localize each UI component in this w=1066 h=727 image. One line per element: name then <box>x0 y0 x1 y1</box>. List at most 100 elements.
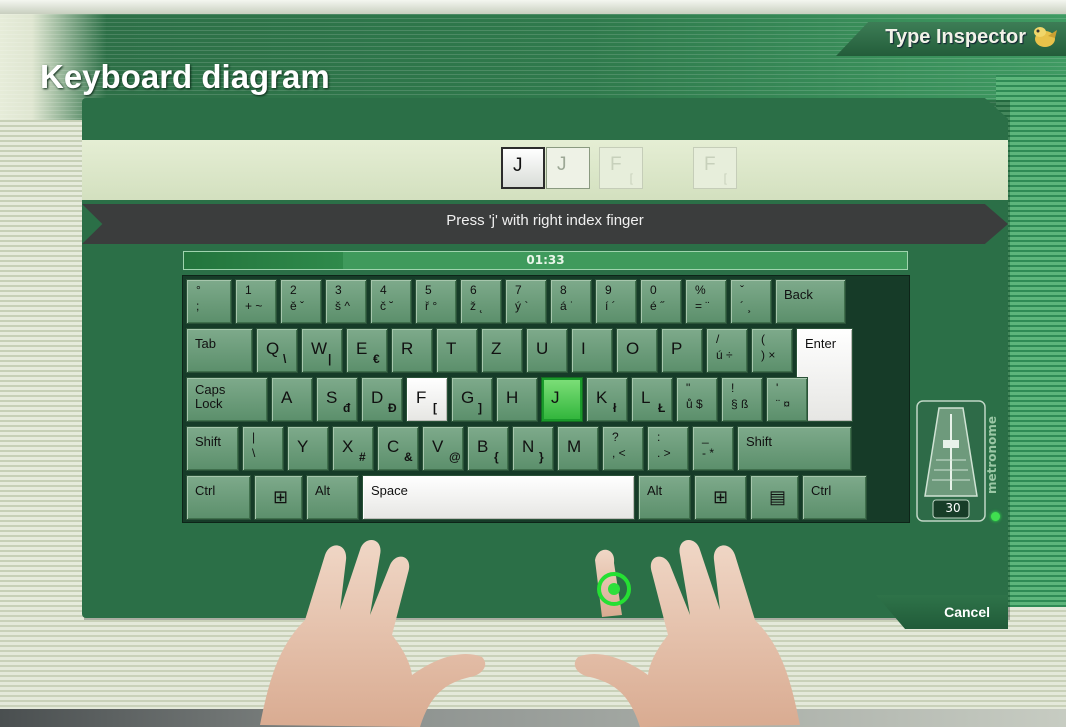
key-windows[interactable]: ⊞ <box>694 475 747 520</box>
key-bottom: @ <box>449 450 461 464</box>
metronome-value[interactable]: 30 <box>933 501 973 515</box>
key-u[interactable]: U <box>526 328 568 373</box>
key-top: N <box>522 437 535 456</box>
key-i[interactable]: I <box>571 328 613 373</box>
metronome-indicator <box>991 512 1000 521</box>
key-symbol[interactable]: 0 é ˝ <box>640 279 682 324</box>
page-title: Keyboard diagram <box>40 58 330 95</box>
key-top: S <box>326 388 338 407</box>
sequence-key-next: J <box>546 147 590 189</box>
key-symbol[interactable]: " ů $ <box>676 377 718 422</box>
key-r[interactable]: R <box>391 328 433 373</box>
key-bottom: | <box>328 352 332 366</box>
key-shift[interactable]: Shift <box>186 426 239 471</box>
key-main: T <box>446 339 457 358</box>
key-e[interactable]: E € <box>346 328 388 373</box>
key-d[interactable]: DĐ <box>361 377 403 422</box>
key-bottom: = ¨ <box>695 299 710 313</box>
key-q[interactable]: Q \ <box>256 328 298 373</box>
key-f[interactable]: F[ <box>406 377 448 422</box>
key-bottom: § ß <box>731 397 749 411</box>
key-z[interactable]: Z <box>481 328 523 373</box>
key-top: 4 <box>380 283 387 297</box>
key-main: ⊞ <box>273 487 289 507</box>
key-bottom: ů $ <box>686 397 703 411</box>
key-o[interactable]: O <box>616 328 658 373</box>
key-space[interactable]: Space <box>362 475 635 520</box>
key-top: : <box>657 430 661 444</box>
key-b[interactable]: B{ <box>467 426 509 471</box>
key-tab[interactable]: Tab <box>186 328 253 373</box>
key-m[interactable]: M <box>557 426 599 471</box>
key-l[interactable]: LŁ <box>631 377 673 422</box>
key-label: Shift <box>195 434 222 449</box>
key-symbol[interactable]: ' ¨ ¤ <box>766 377 808 422</box>
key-label: Alt <box>315 483 331 498</box>
key-symbol[interactable]: 8 á ˙ <box>550 279 592 324</box>
key-symbol[interactable]: 5 ř ° <box>415 279 457 324</box>
key-label: Space <box>371 483 408 498</box>
key-n[interactable]: N} <box>512 426 554 471</box>
key-ctrl[interactable]: Ctrl <box>802 475 867 520</box>
key-g[interactable]: G] <box>451 377 493 422</box>
key-backspace[interactable]: Back <box>775 279 846 324</box>
key-main: P <box>671 339 683 358</box>
key-caps-lock[interactable]: Caps Lock <box>186 377 268 422</box>
key-top: ' <box>776 381 779 395</box>
key-alt[interactable]: Alt <box>306 475 359 520</box>
key-windows[interactable]: ⊞ <box>254 475 303 520</box>
key-h[interactable]: H <box>496 377 538 422</box>
key-symbol[interactable]: ! § ß <box>721 377 763 422</box>
key-symbol[interactable]: 9 í ´ <box>595 279 637 324</box>
sequence-char: J <box>557 154 567 175</box>
key-main: ⊞ <box>713 487 729 507</box>
key-symbol[interactable]: °; <box>186 279 232 324</box>
key-menu[interactable]: ▤ <box>750 475 799 520</box>
key-symbol[interactable]: : . > <box>647 426 689 471</box>
key-top: L <box>641 388 651 407</box>
key-top: D <box>371 388 384 407</box>
key-k[interactable]: Kł <box>586 377 628 422</box>
key-symbol[interactable]: ( ) × <box>751 328 793 373</box>
key-symbol[interactable]: 4 č ˘ <box>370 279 412 324</box>
key-top: 3 <box>335 283 342 297</box>
key-label: Tab <box>195 336 216 351</box>
key-bottom: , < <box>612 446 626 460</box>
key-symbol[interactable]: | \ <box>242 426 284 471</box>
key-bottom: ł <box>613 401 617 415</box>
key-c[interactable]: C & <box>377 426 419 471</box>
key-w[interactable]: W | <box>301 328 343 373</box>
key-symbol[interactable]: 1 + ~ <box>235 279 277 324</box>
key-s[interactable]: Sđ <box>316 377 358 422</box>
key-shift[interactable]: Shift <box>737 426 852 471</box>
key-bottom: . > <box>657 446 671 460</box>
key-top: F <box>416 388 427 407</box>
key-symbol[interactable]: 2 ě ˇ <box>280 279 322 324</box>
key-bottom: ) × <box>761 348 776 362</box>
key-symbol[interactable]: / ú ÷ <box>706 328 748 373</box>
key-bottom: ž ˛ <box>470 299 484 313</box>
key-ctrl[interactable]: Ctrl <box>186 475 251 520</box>
key-symbol[interactable]: 6 ž ˛ <box>460 279 502 324</box>
key-bottom: ¨ ¤ <box>776 397 791 411</box>
key-top: ˇ <box>740 283 744 297</box>
key-bottom: € <box>373 352 380 366</box>
key-p[interactable]: P <box>661 328 703 373</box>
key-a[interactable]: A <box>271 377 313 422</box>
key-y[interactable]: Y <box>287 426 329 471</box>
key-bottom: Ł <box>658 401 666 415</box>
key-j[interactable]: J <box>541 377 583 422</box>
key-symbol[interactable]: ? , < <box>602 426 644 471</box>
key-symbol[interactable]: 7 ý ` <box>505 279 547 324</box>
key-top: % <box>695 283 706 297</box>
key-symbol[interactable]: _ - * <box>692 426 734 471</box>
key-symbol[interactable]: ˇ ´ ¸ <box>730 279 772 324</box>
key-symbol[interactable]: % = ¨ <box>685 279 727 324</box>
key-v[interactable]: V @ <box>422 426 464 471</box>
key-x[interactable]: X # <box>332 426 374 471</box>
key-alt[interactable]: Alt <box>638 475 691 520</box>
key-top: ( <box>761 332 765 346</box>
key-symbol[interactable]: 3 š ^ <box>325 279 367 324</box>
key-main: R <box>401 339 414 358</box>
key-t[interactable]: T <box>436 328 478 373</box>
